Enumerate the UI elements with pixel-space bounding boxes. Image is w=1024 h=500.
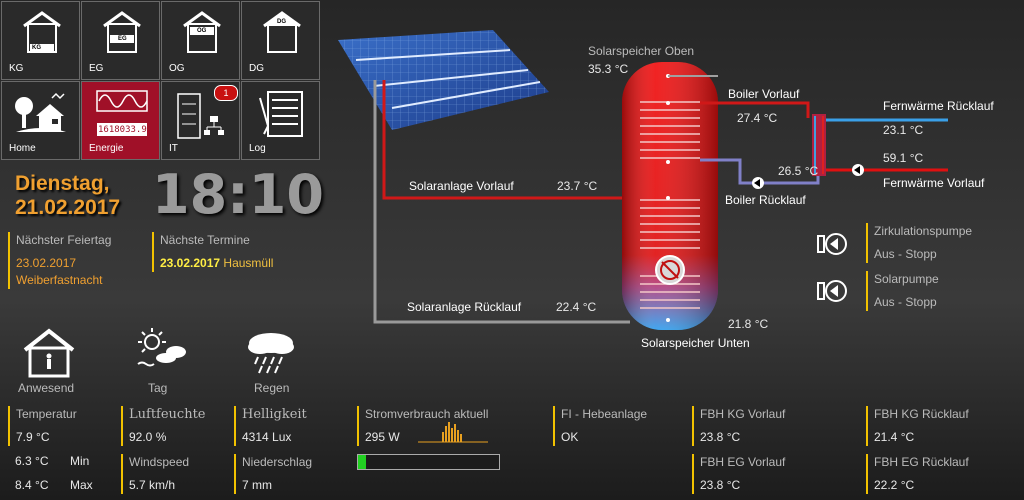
boiler-flow-value: 27.4 °C — [737, 111, 778, 125]
tank-top-label: Solarspeicher Oben — [588, 44, 695, 58]
boiler-flow-label: Boiler Vorlauf — [728, 87, 800, 101]
tank-top-value: 35.3 °C — [588, 62, 629, 76]
circulation-pump-icon[interactable] — [816, 230, 852, 258]
circulation-pump-label: Zirkulationspumpe — [874, 224, 973, 238]
boiler-return-value: 26.5 °C — [778, 164, 819, 178]
solar-pump-block: Solarpumpe Aus - Stopp — [866, 271, 939, 311]
boiler-return-label: Boiler Rücklauf — [725, 193, 806, 207]
circulation-pump-block: Zirkulationspumpe Aus - Stopp — [866, 223, 972, 263]
district-flow-label: Fernwärme Vorlauf — [883, 176, 985, 190]
solar-pump-state: Aus - Stopp — [874, 295, 937, 309]
solar-pump-icon[interactable] — [816, 277, 852, 305]
solar-pump-label: Solarpumpe — [874, 272, 939, 286]
district-flow-value: 59.1 °C — [883, 151, 924, 165]
solar-return-value: 22.4 °C — [556, 300, 597, 314]
district-return-label: Fernwärme Rücklauf — [883, 99, 994, 113]
district-return-value: 23.1 °C — [883, 123, 924, 137]
solar-panel-icon — [338, 30, 549, 130]
solar-flow-label: Solaranlage Vorlauf — [409, 179, 514, 193]
solar-flow-value: 23.7 °C — [557, 179, 598, 193]
tank-bottom-value: 21.8 °C — [728, 317, 769, 331]
circulation-pump-state: Aus - Stopp — [874, 247, 937, 261]
tank-bottom-label: Solarspeicher Unten — [641, 336, 750, 350]
solar-return-label: Solaranlage Rücklauf — [407, 300, 522, 314]
